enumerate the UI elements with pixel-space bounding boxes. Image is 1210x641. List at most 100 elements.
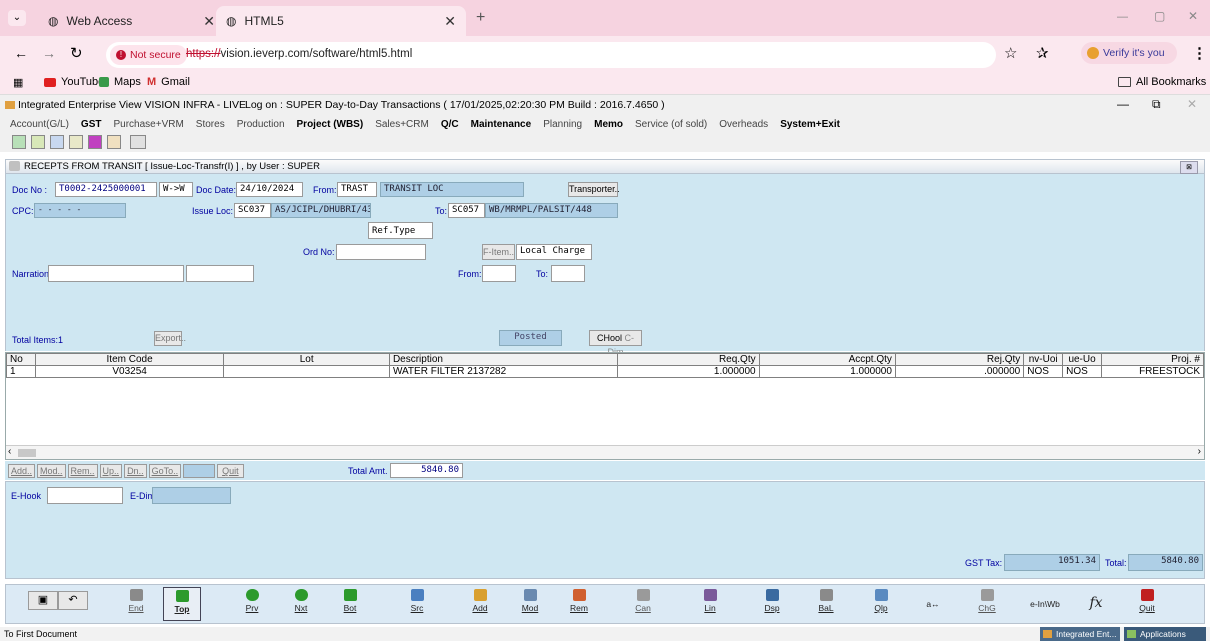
end-button[interactable]: End bbox=[117, 587, 155, 621]
issue-loc-code-field[interactable]: SC037 bbox=[234, 203, 271, 218]
app-close-button[interactable]: ✕ bbox=[1187, 97, 1197, 111]
cell-req-qty[interactable]: 1.000000 bbox=[616, 365, 760, 378]
report-icon[interactable] bbox=[69, 135, 83, 149]
prev-button[interactable]: Prv bbox=[233, 587, 271, 621]
app-minimize-button[interactable]: — bbox=[1117, 97, 1129, 111]
cell-no[interactable]: 1 bbox=[6, 365, 36, 378]
back-icon[interactable]: ← bbox=[14, 45, 28, 61]
local-charge-field[interactable]: Local Charge bbox=[516, 244, 592, 260]
chool-button[interactable]: CHool C-Dim bbox=[589, 330, 642, 357]
line-button[interactable]: Lin bbox=[691, 587, 729, 621]
quit-grid-button[interactable]: Quit bbox=[217, 464, 244, 478]
top-button[interactable]: Top bbox=[163, 587, 201, 621]
form-close-button[interactable]: ⊠ bbox=[1180, 161, 1198, 174]
col-inv-uom[interactable]: nv-Uoi bbox=[1023, 353, 1064, 366]
next-button[interactable]: Nxt bbox=[282, 587, 320, 621]
url-text[interactable]: https://vision.ieverp.com/software/html5… bbox=[186, 48, 412, 60]
cpc-field[interactable]: - - - - - bbox=[34, 203, 126, 218]
not-secure-badge[interactable]: ! Not secure bbox=[110, 45, 187, 65]
col-accpt-qty[interactable]: Accpt.Qty bbox=[758, 353, 896, 366]
bookmark-gmail[interactable]: M Gmail bbox=[147, 76, 190, 88]
reload-icon[interactable]: ↻ bbox=[70, 44, 83, 62]
transporter-button[interactable]: Transporter.. bbox=[568, 182, 620, 197]
einvoice-button[interactable]: e-In\Wb bbox=[1021, 587, 1069, 621]
export-button[interactable]: Export.. bbox=[154, 331, 186, 346]
menu-sales[interactable]: Sales+CRM bbox=[375, 119, 429, 130]
add-row-button[interactable]: Add.. bbox=[8, 464, 36, 478]
window-icon[interactable] bbox=[50, 135, 64, 149]
menu-memo[interactable]: Memo bbox=[594, 119, 623, 130]
tree-icon[interactable] bbox=[12, 135, 26, 149]
rem-row-button[interactable]: Rem.. bbox=[67, 464, 98, 478]
minimize-button[interactable]: — bbox=[1117, 11, 1128, 23]
display-button[interactable]: Dsp bbox=[753, 587, 791, 621]
restore-button[interactable]: ▢ bbox=[1154, 9, 1165, 23]
direction-field[interactable]: W->W bbox=[159, 182, 193, 197]
menu-purchase[interactable]: Purchase+VRM bbox=[113, 119, 183, 130]
settings-icon[interactable] bbox=[130, 135, 146, 149]
col-proj[interactable]: Proj. # bbox=[1100, 353, 1205, 366]
add-button[interactable]: Add bbox=[461, 587, 499, 621]
menu-planning[interactable]: Planning bbox=[543, 119, 582, 130]
menu-system[interactable]: System+Exit bbox=[780, 119, 840, 130]
tab-search-icon[interactable]: ⌄ bbox=[8, 10, 26, 26]
forward-icon[interactable]: → bbox=[42, 45, 56, 61]
close-icon[interactable]: ✕ bbox=[203, 13, 215, 30]
doc-date-field[interactable]: 24/10/2024 bbox=[236, 182, 303, 197]
quit-button[interactable]: Quit bbox=[1128, 587, 1166, 621]
up-row-button[interactable]: Up.. bbox=[99, 464, 123, 478]
to-code-field[interactable]: SC057 bbox=[448, 203, 485, 218]
cell-lot[interactable] bbox=[223, 365, 390, 378]
down-row-button[interactable]: Dn.. bbox=[124, 464, 147, 478]
cell-accpt-qty[interactable]: 1.000000 bbox=[758, 365, 896, 378]
apps-grid-icon[interactable]: ▦ bbox=[13, 76, 23, 89]
all-bookmarks[interactable]: All Bookmarks bbox=[1118, 76, 1206, 88]
table-row[interactable]: 1 V03254 WATER FILTER 2137282 1.000000 1… bbox=[6, 365, 1205, 378]
menu-service[interactable]: Service (of sold) bbox=[635, 119, 707, 130]
scroll-left-icon[interactable]: ‹ bbox=[8, 446, 11, 457]
modify-button[interactable]: Mod bbox=[511, 587, 549, 621]
close-icon[interactable]: ✕ bbox=[444, 13, 456, 30]
from-code-field[interactable]: TRAST bbox=[337, 182, 377, 197]
menu-account[interactable]: Account(G/L) bbox=[10, 119, 69, 130]
col-lot[interactable]: Lot bbox=[223, 353, 390, 366]
from-range-field[interactable] bbox=[482, 265, 516, 282]
menu-project[interactable]: Project (WBS) bbox=[297, 119, 364, 130]
sort-button[interactable]: a↔ bbox=[914, 587, 952, 621]
address-bar[interactable]: ! Not secure https://vision.ieverp.com/s… bbox=[106, 42, 996, 68]
cell-proj[interactable]: FREESTOCK bbox=[1100, 365, 1205, 378]
remove-button[interactable]: Rem bbox=[560, 587, 598, 621]
print-button[interactable]: Qlp bbox=[862, 587, 900, 621]
bottom-button[interactable]: Bot bbox=[331, 587, 369, 621]
taskbar-integrated[interactable]: Integrated Ent... bbox=[1040, 627, 1120, 641]
ref-type-field[interactable]: Ref.Type bbox=[368, 222, 433, 239]
col-issue-uom[interactable]: ue-Uo bbox=[1062, 353, 1102, 366]
doc-no-field[interactable]: T0002-2425000001 bbox=[55, 182, 157, 197]
cancel-button[interactable]: Can bbox=[624, 587, 662, 621]
chart-icon[interactable] bbox=[31, 135, 45, 149]
ord-no-field[interactable] bbox=[336, 244, 426, 260]
cell-inv-uom[interactable]: NOS bbox=[1023, 365, 1064, 378]
f-item-button[interactable]: F-Item.. bbox=[482, 244, 515, 260]
scroll-right-icon[interactable]: › bbox=[1198, 446, 1201, 457]
to-range-field[interactable] bbox=[551, 265, 585, 282]
new-tab-button[interactable]: + bbox=[476, 9, 485, 27]
taskbar-applications[interactable]: Applications bbox=[1124, 627, 1206, 641]
bookmark-star-icon[interactable]: ☆ bbox=[1004, 44, 1017, 62]
narration-field[interactable] bbox=[48, 265, 184, 282]
undo-button[interactable]: ↶ bbox=[58, 591, 88, 610]
cell-issue-uom[interactable]: NOS bbox=[1062, 365, 1102, 378]
app-restore-button[interactable]: ⧉ bbox=[1152, 97, 1161, 112]
cell-description[interactable]: WATER FILTER 2137282 bbox=[388, 365, 618, 378]
color-icon[interactable] bbox=[88, 135, 102, 149]
bookmark-maps[interactable]: Maps bbox=[99, 76, 141, 88]
cell-rej-qty[interactable]: .000000 bbox=[894, 365, 1025, 378]
menu-overheads[interactable]: Overheads bbox=[719, 119, 768, 130]
menu-production[interactable]: Production bbox=[237, 119, 285, 130]
col-item-code[interactable]: Item Code bbox=[34, 353, 225, 366]
menu-kebab-icon[interactable]: ⋮ bbox=[1192, 44, 1207, 62]
col-description[interactable]: Description bbox=[388, 353, 618, 366]
print-icon[interactable] bbox=[107, 135, 121, 149]
col-rej-qty[interactable]: Rej.Qty bbox=[894, 353, 1025, 366]
close-window-button[interactable]: ✕ bbox=[1188, 9, 1198, 23]
